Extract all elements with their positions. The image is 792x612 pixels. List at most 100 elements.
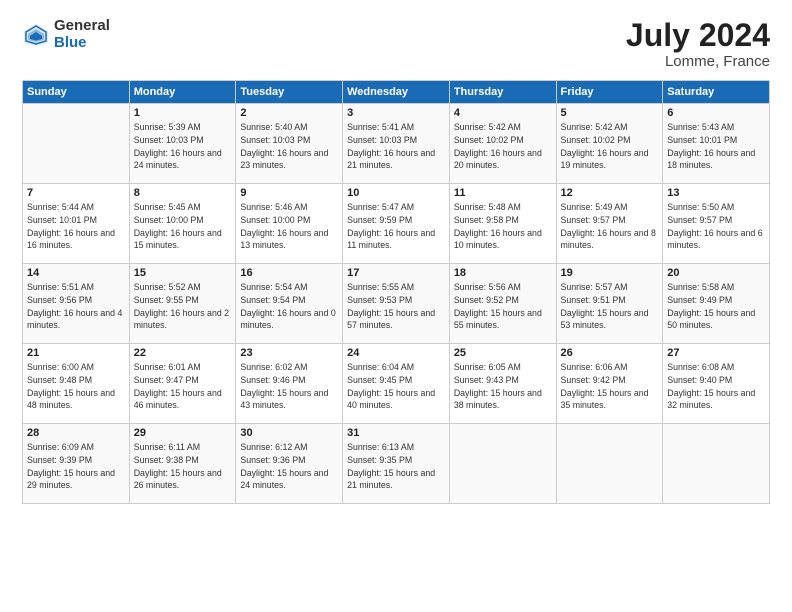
month-year: July 2024 [626, 18, 770, 53]
day-number: 18 [454, 267, 552, 279]
header-row: Sunday Monday Tuesday Wednesday Thursday… [23, 81, 770, 104]
calendar-cell: 4 Sunrise: 5:42 AMSunset: 10:02 PMDayligh… [449, 104, 556, 184]
day-number: 13 [667, 187, 765, 199]
calendar-cell: 12 Sunrise: 5:49 AMSunset: 9:57 PMDayligh… [556, 184, 663, 264]
col-monday: Monday [129, 81, 236, 104]
day-info: Sunrise: 5:58 AMSunset: 9:49 PMDaylight:… [667, 281, 765, 332]
day-info: Sunrise: 5:56 AMSunset: 9:52 PMDaylight:… [454, 281, 552, 332]
calendar-cell [449, 424, 556, 504]
location: Lomme, France [626, 53, 770, 70]
day-number: 7 [27, 187, 125, 199]
col-wednesday: Wednesday [343, 81, 450, 104]
day-number: 25 [454, 347, 552, 359]
calendar-cell: 18 Sunrise: 5:56 AMSunset: 9:52 PMDayligh… [449, 264, 556, 344]
calendar-cell: 26Sunrise: 6:06 AMSunset: 9:42 PMDayligh… [556, 344, 663, 424]
title-block: July 2024 Lomme, France [626, 18, 770, 70]
day-info: Sunrise: 5:46 AMSunset: 10:00 PMDaylight… [240, 201, 338, 252]
calendar-cell: 23 Sunrise: 6:02 AMSunset: 9:46 PMDayligh… [236, 344, 343, 424]
day-number: 29 [134, 427, 232, 439]
day-number: 3 [347, 107, 445, 119]
col-thursday: Thursday [449, 81, 556, 104]
calendar-cell: 20 Sunrise: 5:58 AMSunset: 9:49 PMDayligh… [663, 264, 770, 344]
day-number: 11 [454, 187, 552, 199]
day-info: Sunrise: 5:50 AMSunset: 9:57 PMDaylight:… [667, 201, 765, 252]
day-info: Sunrise: 6:11 AMSunset: 9:38 PMDaylight:… [134, 441, 232, 492]
calendar-cell: 29 Sunrise: 6:11 AMSunset: 9:38 PMDayligh… [129, 424, 236, 504]
calendar-cell: 17Sunrise: 5:55 AMSunset: 9:53 PMDayligh… [343, 264, 450, 344]
day-info: Sunrise: 5:57 AMSunset: 9:51 PMDaylight:… [561, 281, 659, 332]
day-number: 31 [347, 427, 445, 439]
calendar-cell: 22 Sunrise: 6:01 AMSunset: 9:47 PMDayligh… [129, 344, 236, 424]
day-number: 2 [240, 107, 338, 119]
col-tuesday: Tuesday [236, 81, 343, 104]
day-number: 17 [347, 267, 445, 279]
day-number: 4 [454, 107, 552, 119]
calendar-cell: 11 Sunrise: 5:48 AMSunset: 9:58 PMDayligh… [449, 184, 556, 264]
calendar-cell: 16 Sunrise: 5:54 AMSunset: 9:54 PMDayligh… [236, 264, 343, 344]
day-number: 1 [134, 107, 232, 119]
header: General Blue July 2024 Lomme, France [22, 18, 770, 70]
calendar-cell: 21Sunrise: 6:00 AMSunset: 9:48 PMDayligh… [23, 344, 130, 424]
day-info: Sunrise: 6:00 AMSunset: 9:48 PMDaylight:… [27, 361, 125, 412]
day-info: Sunrise: 5:41 AMSunset: 10:03 PMDaylight… [347, 121, 445, 172]
logo-general: General [54, 18, 110, 35]
day-number: 16 [240, 267, 338, 279]
day-info: Sunrise: 6:13 AMSunset: 9:35 PMDaylight:… [347, 441, 445, 492]
calendar-cell: 7 Sunrise: 5:44 AMSunset: 10:01 PMDayligh… [23, 184, 130, 264]
day-info: Sunrise: 5:42 AMSunset: 10:02 PMDaylight… [561, 121, 659, 172]
logo-icon [22, 21, 50, 49]
calendar-cell: 24 Sunrise: 6:04 AMSunset: 9:45 PMDayligh… [343, 344, 450, 424]
calendar-week-2: 14Sunrise: 5:51 AMSunset: 9:56 PMDayligh… [23, 264, 770, 344]
day-info: Sunrise: 5:49 AMSunset: 9:57 PMDaylight:… [561, 201, 659, 252]
calendar-header: Sunday Monday Tuesday Wednesday Thursday… [23, 81, 770, 104]
day-number: 22 [134, 347, 232, 359]
calendar-cell [556, 424, 663, 504]
logo: General Blue [22, 18, 110, 51]
day-info: Sunrise: 5:47 AMSunset: 9:59 PMDaylight:… [347, 201, 445, 252]
calendar-table: Sunday Monday Tuesday Wednesday Thursday… [22, 80, 770, 504]
calendar-body: 1Sunrise: 5:39 AMSunset: 10:03 PMDayligh… [23, 104, 770, 504]
calendar-cell: 14Sunrise: 5:51 AMSunset: 9:56 PMDayligh… [23, 264, 130, 344]
day-number: 10 [347, 187, 445, 199]
day-info: Sunrise: 6:01 AMSunset: 9:47 PMDaylight:… [134, 361, 232, 412]
calendar-cell: 9Sunrise: 5:46 AMSunset: 10:00 PMDayligh… [236, 184, 343, 264]
page: General Blue July 2024 Lomme, France Sun… [0, 0, 792, 612]
logo-text: General Blue [54, 18, 110, 51]
calendar-cell: 31 Sunrise: 6:13 AMSunset: 9:35 PMDayligh… [343, 424, 450, 504]
calendar-week-0: 1Sunrise: 5:39 AMSunset: 10:03 PMDayligh… [23, 104, 770, 184]
day-info: Sunrise: 6:04 AMSunset: 9:45 PMDaylight:… [347, 361, 445, 412]
day-number: 19 [561, 267, 659, 279]
day-number: 5 [561, 107, 659, 119]
calendar-cell: 6Sunrise: 5:43 AMSunset: 10:01 PMDayligh… [663, 104, 770, 184]
day-info: Sunrise: 5:48 AMSunset: 9:58 PMDaylight:… [454, 201, 552, 252]
calendar-week-3: 21Sunrise: 6:00 AMSunset: 9:48 PMDayligh… [23, 344, 770, 424]
calendar-cell: 10 Sunrise: 5:47 AMSunset: 9:59 PMDayligh… [343, 184, 450, 264]
day-number: 30 [240, 427, 338, 439]
calendar-cell [663, 424, 770, 504]
calendar-cell: 19 Sunrise: 5:57 AMSunset: 9:51 PMDayligh… [556, 264, 663, 344]
day-number: 23 [240, 347, 338, 359]
day-info: Sunrise: 6:02 AMSunset: 9:46 PMDaylight:… [240, 361, 338, 412]
day-info: Sunrise: 5:42 AMSunset: 10:02 PMDaylight… [454, 121, 552, 172]
day-number: 8 [134, 187, 232, 199]
calendar-cell: 5 Sunrise: 5:42 AMSunset: 10:02 PMDayligh… [556, 104, 663, 184]
col-sunday: Sunday [23, 81, 130, 104]
day-number: 12 [561, 187, 659, 199]
day-number: 20 [667, 267, 765, 279]
calendar-cell: 13 Sunrise: 5:50 AMSunset: 9:57 PMDayligh… [663, 184, 770, 264]
day-info: Sunrise: 5:54 AMSunset: 9:54 PMDaylight:… [240, 281, 338, 332]
day-info: Sunrise: 5:40 AMSunset: 10:03 PMDaylight… [240, 121, 338, 172]
day-info: Sunrise: 5:44 AMSunset: 10:01 PMDaylight… [27, 201, 125, 252]
calendar-week-1: 7 Sunrise: 5:44 AMSunset: 10:01 PMDayligh… [23, 184, 770, 264]
calendar-cell [23, 104, 130, 184]
day-number: 24 [347, 347, 445, 359]
col-friday: Friday [556, 81, 663, 104]
day-info: Sunrise: 5:45 AMSunset: 10:00 PMDaylight… [134, 201, 232, 252]
calendar-cell: 1Sunrise: 5:39 AMSunset: 10:03 PMDayligh… [129, 104, 236, 184]
calendar-cell: 27Sunrise: 6:08 AMSunset: 9:40 PMDayligh… [663, 344, 770, 424]
day-number: 6 [667, 107, 765, 119]
col-saturday: Saturday [663, 81, 770, 104]
day-info: Sunrise: 6:09 AMSunset: 9:39 PMDaylight:… [27, 441, 125, 492]
calendar-cell: 28Sunrise: 6:09 AMSunset: 9:39 PMDayligh… [23, 424, 130, 504]
day-info: Sunrise: 6:12 AMSunset: 9:36 PMDaylight:… [240, 441, 338, 492]
